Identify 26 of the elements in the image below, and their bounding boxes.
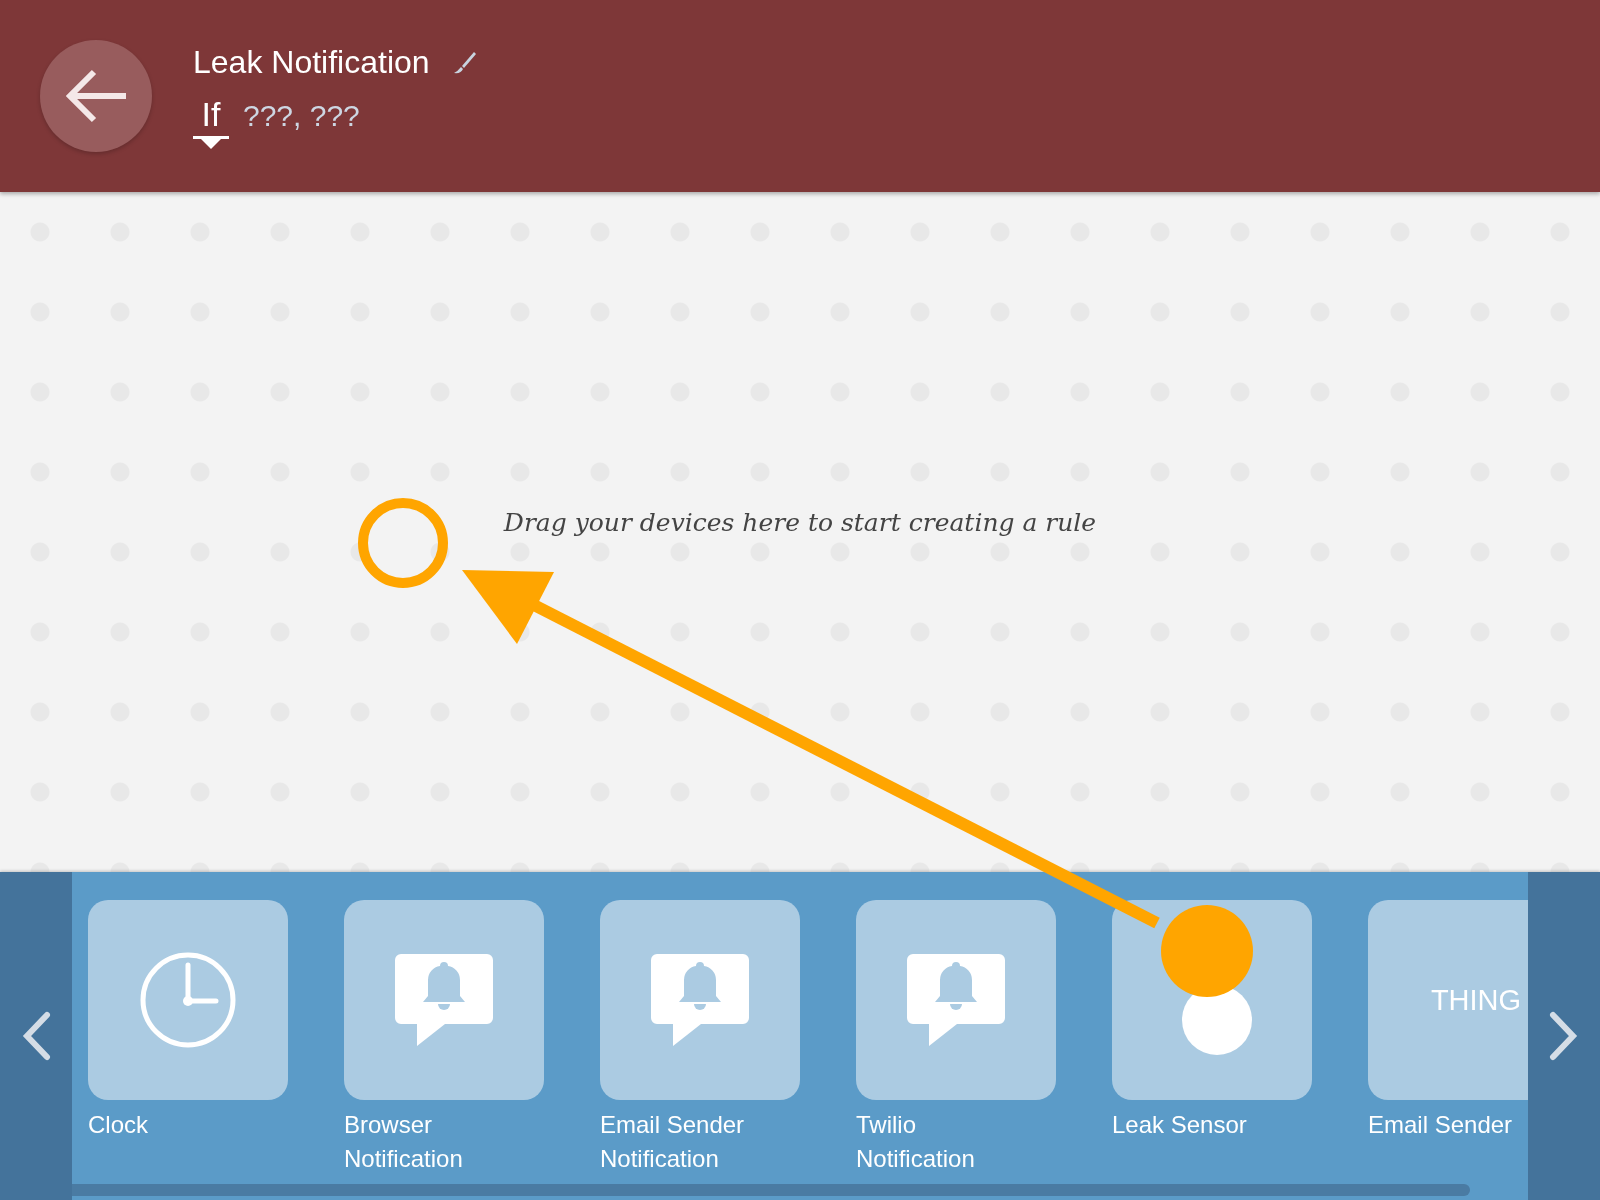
back-arrow-icon	[64, 68, 128, 124]
chevron-left-icon	[21, 1011, 51, 1061]
device-label: Browser Notification	[344, 1110, 464, 1174]
device-label: Twilio Notification	[856, 1110, 976, 1174]
scrollbar[interactable]	[72, 1184, 1470, 1196]
chevron-right-icon	[1549, 1011, 1579, 1061]
device-label: Email Sender Notification	[600, 1110, 746, 1174]
thing-icon-text: THING	[1430, 983, 1522, 1017]
notification-bell-icon	[395, 954, 493, 1046]
notification-bell-icon	[907, 954, 1005, 1046]
dropdown-triangle-icon	[193, 136, 229, 152]
device-tile[interactable]	[856, 900, 1056, 1100]
clock-icon	[139, 951, 237, 1049]
scroll-right-button[interactable]	[1528, 872, 1600, 1200]
device-label: Clock	[88, 1110, 149, 1140]
canvas-hint: Drag your devices here to start creating a rule	[503, 507, 1097, 537]
trigger-dropdown[interactable]: If	[193, 95, 229, 152]
device-tile[interactable]	[88, 900, 288, 1100]
device-label: Email Sender	[1368, 1110, 1514, 1140]
device-tile[interactable]	[344, 900, 544, 1100]
device-label: Leak Sensor	[1112, 1110, 1248, 1140]
notification-bell-icon	[651, 954, 749, 1046]
rule-title: Leak Notification	[193, 44, 430, 81]
device-tile[interactable]	[600, 900, 800, 1100]
scroll-left-button[interactable]	[0, 872, 72, 1200]
rule-summary: ???, ???	[243, 99, 360, 133]
